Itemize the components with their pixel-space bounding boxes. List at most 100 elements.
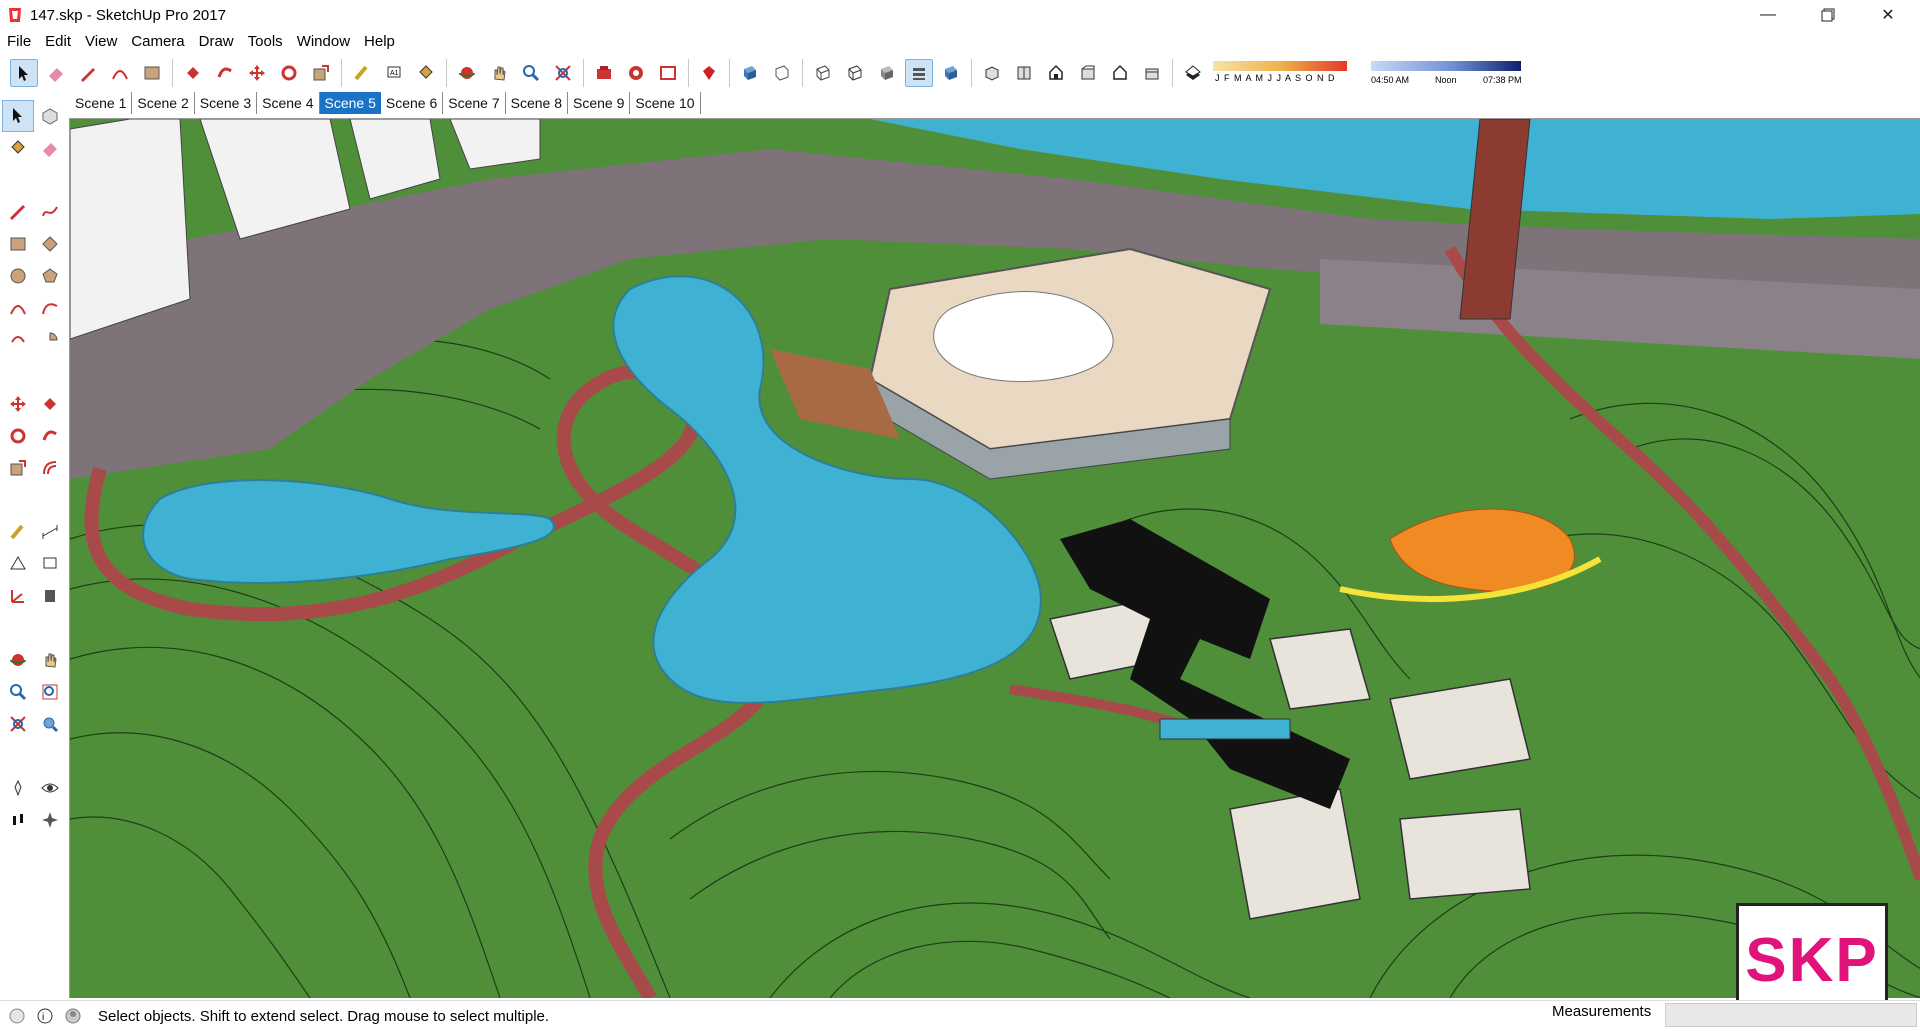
- date-slider[interactable]: [1213, 61, 1347, 71]
- two-point-arc-tool-button[interactable]: [34, 292, 66, 324]
- menu-tools[interactable]: Tools: [241, 31, 290, 53]
- pencil-tool-button[interactable]: [74, 59, 102, 87]
- site-model-render: [70, 119, 1920, 998]
- close-button[interactable]: ✕: [1858, 0, 1918, 30]
- user-account-icon[interactable]: [62, 1005, 84, 1027]
- component-tool-button[interactable]: [34, 100, 66, 132]
- position-camera-tool-button[interactable]: [2, 772, 34, 804]
- scale-tool-button[interactable]: [2, 452, 34, 484]
- 3d-text-tool-button[interactable]: [34, 580, 66, 612]
- credits-icon[interactable]: i: [34, 1005, 56, 1027]
- paint-bucket-tool-button[interactable]: [2, 132, 34, 164]
- geo-location-icon[interactable]: [6, 1005, 28, 1027]
- follow-me-tool-button[interactable]: [211, 59, 239, 87]
- zoom-extents-tool-button[interactable]: [549, 59, 577, 87]
- front-view-button[interactable]: [1042, 59, 1070, 87]
- protractor-tool-button[interactable]: [2, 548, 34, 580]
- hidden-line-button[interactable]: [841, 59, 869, 87]
- scene-tab-9[interactable]: Scene 9: [568, 92, 631, 114]
- text-tool-button[interactable]: [34, 548, 66, 580]
- offset-tool-button[interactable]: [34, 452, 66, 484]
- eraser-tool-button[interactable]: [34, 132, 66, 164]
- circle-tool-button[interactable]: [2, 260, 34, 292]
- warehouse-button[interactable]: [590, 59, 618, 87]
- back-edges-button[interactable]: [768, 59, 796, 87]
- walk-tool-button[interactable]: [2, 804, 34, 836]
- time-slider[interactable]: [1371, 61, 1521, 71]
- orbit-tool-button[interactable]: [2, 644, 34, 676]
- orbit-tool-button[interactable]: [453, 59, 481, 87]
- rectangle-tool-button[interactable]: [2, 228, 34, 260]
- polygon-tool-button[interactable]: [34, 260, 66, 292]
- menu-camera[interactable]: Camera: [124, 31, 191, 53]
- rotated-rectangle-tool-button[interactable]: [34, 228, 66, 260]
- pan-tool-button[interactable]: [485, 59, 513, 87]
- arc-tool-button[interactable]: [2, 292, 34, 324]
- arc-tool-button[interactable]: [106, 59, 134, 87]
- scene-tab-8[interactable]: Scene 8: [506, 92, 568, 114]
- look-around-tool-button[interactable]: [34, 772, 66, 804]
- scene-tab-3[interactable]: Scene 3: [195, 92, 258, 114]
- top-view-button[interactable]: [1010, 59, 1038, 87]
- zoom-tool-button[interactable]: [2, 676, 34, 708]
- line-tool-button[interactable]: [2, 196, 34, 228]
- menu-window[interactable]: Window: [290, 31, 357, 53]
- shaded-texture-button[interactable]: [905, 59, 933, 87]
- scene-tab-7[interactable]: Scene 7: [443, 92, 506, 114]
- restore-button[interactable]: [1798, 0, 1858, 30]
- select-tool-button[interactable]: [2, 100, 34, 132]
- iso-view-button[interactable]: [978, 59, 1006, 87]
- model-viewport[interactable]: [69, 118, 1920, 998]
- push-pull-tool-button[interactable]: [179, 59, 207, 87]
- rotate-tool-button[interactable]: [275, 59, 303, 87]
- push-pull-tool-button[interactable]: [34, 388, 66, 420]
- move-tool-button[interactable]: [2, 388, 34, 420]
- menu-draw[interactable]: Draw: [192, 31, 241, 53]
- scene-tab-10[interactable]: Scene 10: [630, 92, 701, 114]
- select-tool-button[interactable]: [10, 59, 38, 87]
- menu-edit[interactable]: Edit: [38, 31, 78, 53]
- monochrome-button[interactable]: [937, 59, 965, 87]
- left-view-button[interactable]: [1138, 59, 1166, 87]
- tape-measure-tool-button[interactable]: [2, 516, 34, 548]
- menu-view[interactable]: View: [78, 31, 124, 53]
- scene-tab-2[interactable]: Scene 2: [132, 92, 195, 114]
- scale-tool-button[interactable]: [307, 59, 335, 87]
- right-view-button[interactable]: [1074, 59, 1102, 87]
- follow-me-tool-button[interactable]: [34, 420, 66, 452]
- rotate-tool-button[interactable]: [2, 420, 34, 452]
- ruby-button[interactable]: [695, 59, 723, 87]
- eraser-tool-button[interactable]: [42, 59, 70, 87]
- zoom-extents-tool-button[interactable]: [2, 708, 34, 740]
- tape-measure-tool-button[interactable]: [348, 59, 376, 87]
- extension-warehouse-button[interactable]: [622, 59, 650, 87]
- back-view-button[interactable]: [1106, 59, 1134, 87]
- rectangle-tool-button[interactable]: [138, 59, 166, 87]
- three-point-arc-tool-button[interactable]: [2, 324, 34, 356]
- section-plane-tool-button[interactable]: [34, 804, 66, 836]
- scene-tab-5[interactable]: Scene 5: [319, 92, 381, 114]
- shaded-button[interactable]: [873, 59, 901, 87]
- xray-button[interactable]: [736, 59, 764, 87]
- previous-view-tool-button[interactable]: [34, 708, 66, 740]
- paint-bucket-tool-button[interactable]: [412, 59, 440, 87]
- scene-tab-6[interactable]: Scene 6: [381, 92, 444, 114]
- menu-file[interactable]: File: [0, 31, 38, 53]
- menu-help[interactable]: Help: [357, 31, 402, 53]
- pan-tool-button[interactable]: [34, 644, 66, 676]
- dimension-tool-button[interactable]: [34, 516, 66, 548]
- scene-tab-1[interactable]: Scene 1: [70, 92, 133, 114]
- zoom-window-tool-button[interactable]: [34, 676, 66, 708]
- minimize-button[interactable]: —: [1738, 0, 1798, 30]
- scene-tab-4[interactable]: Scene 4: [257, 92, 320, 114]
- axes-tool-button[interactable]: [2, 580, 34, 612]
- pie-tool-button[interactable]: [34, 324, 66, 356]
- layout-button[interactable]: [654, 59, 682, 87]
- move-tool-button[interactable]: [243, 59, 271, 87]
- zoom-tool-button[interactable]: [517, 59, 545, 87]
- text-tool-button[interactable]: A1: [380, 59, 408, 87]
- freehand-tool-button[interactable]: [34, 196, 66, 228]
- wireframe-button[interactable]: [809, 59, 837, 87]
- shadows-toggle-button[interactable]: [1179, 59, 1207, 87]
- measurements-input[interactable]: [1665, 1003, 1917, 1027]
